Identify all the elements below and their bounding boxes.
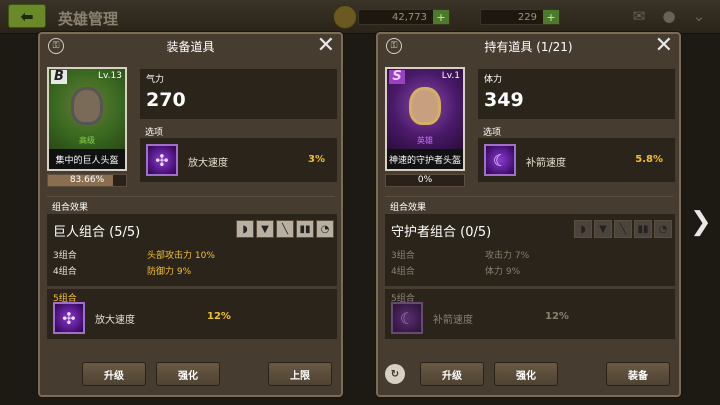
item-name: 神速的守护者头盔 (387, 149, 463, 169)
option-row: ✣ 放大速度 3% (140, 138, 337, 182)
top-bar: ⬅ 英雄管理 42,773 + 229 + ✉ ● ⌄ (0, 0, 720, 34)
owned-item-panel: 持有道具 (1/21) ⚿ ✕ S Lv.1 英雄 神速的守护者头盔 0% 体力… (376, 32, 681, 397)
option-name: 补箭速度 (526, 158, 566, 169)
option-name: 放大速度 (188, 158, 228, 169)
bonus-value: 12% (545, 311, 569, 322)
item-level: Lv.1 (441, 71, 460, 81)
lock-icon[interactable]: ⚿ (48, 38, 64, 54)
enhance-button[interactable]: 强化 (156, 362, 220, 386)
panel-title: 持有道具 (1/21) (484, 39, 573, 54)
accessory-icon: ◔ (654, 220, 672, 238)
stat-label: 体力 (484, 75, 503, 85)
option-value: 3% (308, 154, 325, 165)
arrow-left-icon: ⬅ (20, 6, 34, 26)
item-name: 集中的巨人头盔 (49, 149, 125, 169)
bonus-name: 补箭速度 (433, 315, 473, 326)
reload-skill-icon: ☾ (391, 302, 423, 334)
item-card: B Lv.13 高级 集中的巨人头盔 (47, 67, 127, 171)
stat-value: 270 (146, 89, 186, 111)
tier-4-effect: 防御力 9% (147, 267, 192, 277)
set-effect-box: 守护者组合 (0/5) ◗ ▼ ╲ ▮▮ ◔ 3组合 攻击力 7% 4组合 体力… (385, 214, 675, 286)
chevron-down-icon[interactable]: ⌄ (688, 6, 710, 26)
stat-value: 349 (484, 89, 524, 111)
tier-4-label: 4组合 (391, 267, 415, 277)
coin-icon (333, 5, 357, 29)
gem-counter: 229 + (480, 9, 560, 25)
bonus-name: 放大速度 (95, 315, 135, 326)
gold-counter: 42,773 + (358, 9, 450, 25)
set-effect-box: 巨人组合 (5/5) ◗ ▼ ╲ ▮▮ ◔ 3组合 头部攻击力 10% 4组合 … (47, 214, 337, 286)
equip-button[interactable]: 装备 (606, 362, 670, 386)
progress-text: 0% (417, 175, 433, 185)
lock-icon[interactable]: ⚿ (386, 38, 402, 54)
speed-skill-icon: ✣ (146, 144, 178, 176)
main-stat: 体力 349 (478, 69, 675, 119)
tier-3-label: 3组合 (391, 251, 415, 261)
item-rarity: 英雄 (417, 136, 433, 145)
gem-amount: 229 (517, 11, 537, 23)
page-title: 英雄管理 (58, 10, 119, 28)
weapon-icon: ╲ (276, 220, 294, 238)
panel-title: 装备道具 (166, 39, 215, 54)
tier-3-effect: 头部攻击力 10% (147, 251, 215, 261)
close-icon[interactable]: ✕ (317, 34, 335, 58)
divider (385, 196, 673, 197)
main-stat: 气力 270 (140, 69, 337, 119)
equipped-item-panel: 装备道具 ⚿ ✕ B Lv.13 高级 集中的巨人头盔 83.66% 气力 27… (38, 32, 343, 397)
refresh-icon[interactable]: ↻ (385, 364, 405, 384)
option-label: 选项 (483, 128, 502, 138)
divider (47, 196, 335, 197)
add-gem-button[interactable]: + (543, 10, 559, 24)
chat-icon[interactable]: ● (658, 6, 680, 26)
enhance-button[interactable]: 强化 (494, 362, 558, 386)
boots-icon: ▮▮ (296, 220, 314, 238)
stat-label: 气力 (146, 75, 165, 85)
helmet-portrait (71, 87, 103, 125)
close-icon[interactable]: ✕ (655, 34, 673, 58)
reload-skill-icon: ☾ (484, 144, 516, 176)
set-piece-icons: ◗ ▼ ╲ ▮▮ ◔ (236, 220, 334, 238)
item-card: S Lv.1 英雄 神速的守护者头盔 (385, 67, 465, 171)
bonus-value: 12% (207, 311, 231, 322)
option-label: 选项 (145, 128, 164, 138)
combo-label: 组合效果 (390, 203, 427, 213)
set-bonus-row: 5组合 ✣ 放大速度 12% (47, 289, 337, 339)
armor-icon: ▼ (256, 220, 274, 238)
combo-label: 组合效果 (52, 203, 89, 213)
item-progress-bar: 83.66% (47, 174, 127, 187)
set-bonus-row: 5组合 ☾ 补箭速度 12% (385, 289, 675, 339)
limit-button[interactable]: 上限 (268, 362, 332, 386)
speed-skill-icon: ✣ (53, 302, 85, 334)
set-name: 巨人组合 (5/5) (53, 225, 141, 240)
item-rarity: 高级 (79, 136, 95, 145)
upgrade-button[interactable]: 升级 (82, 362, 146, 386)
item-progress-bar: 0% (385, 174, 465, 187)
tier-3-label: 3组合 (53, 251, 77, 261)
option-row: ☾ 补箭速度 5.8% (478, 138, 675, 182)
helmet-portrait (409, 87, 441, 125)
set-piece-icons: ◗ ▼ ╲ ▮▮ ◔ (574, 220, 672, 238)
upgrade-button[interactable]: 升级 (420, 362, 484, 386)
item-level: Lv.13 (98, 71, 122, 81)
mail-icon[interactable]: ✉ (628, 6, 650, 26)
accessory-icon: ◔ (316, 220, 334, 238)
armor-icon: ▼ (594, 220, 612, 238)
tier-4-label: 4组合 (53, 267, 77, 277)
tier-3-effect: 攻击力 7% (485, 251, 530, 261)
grade-badge: S (389, 70, 405, 84)
helmet-icon: ◗ (236, 220, 254, 238)
option-value: 5.8% (635, 154, 663, 165)
boots-icon: ▮▮ (634, 220, 652, 238)
gold-amount: 42,773 (392, 11, 427, 23)
progress-text: 83.66% (69, 175, 105, 185)
add-gold-button[interactable]: + (433, 10, 449, 24)
set-name: 守护者组合 (0/5) (391, 225, 492, 240)
grade-badge: B (51, 70, 67, 84)
weapon-icon: ╲ (614, 220, 632, 238)
tier-4-effect: 体力 9% (485, 267, 521, 277)
chevron-right-icon[interactable]: ❯ (690, 207, 712, 237)
helmet-icon: ◗ (574, 220, 592, 238)
back-button[interactable]: ⬅ (8, 4, 46, 28)
